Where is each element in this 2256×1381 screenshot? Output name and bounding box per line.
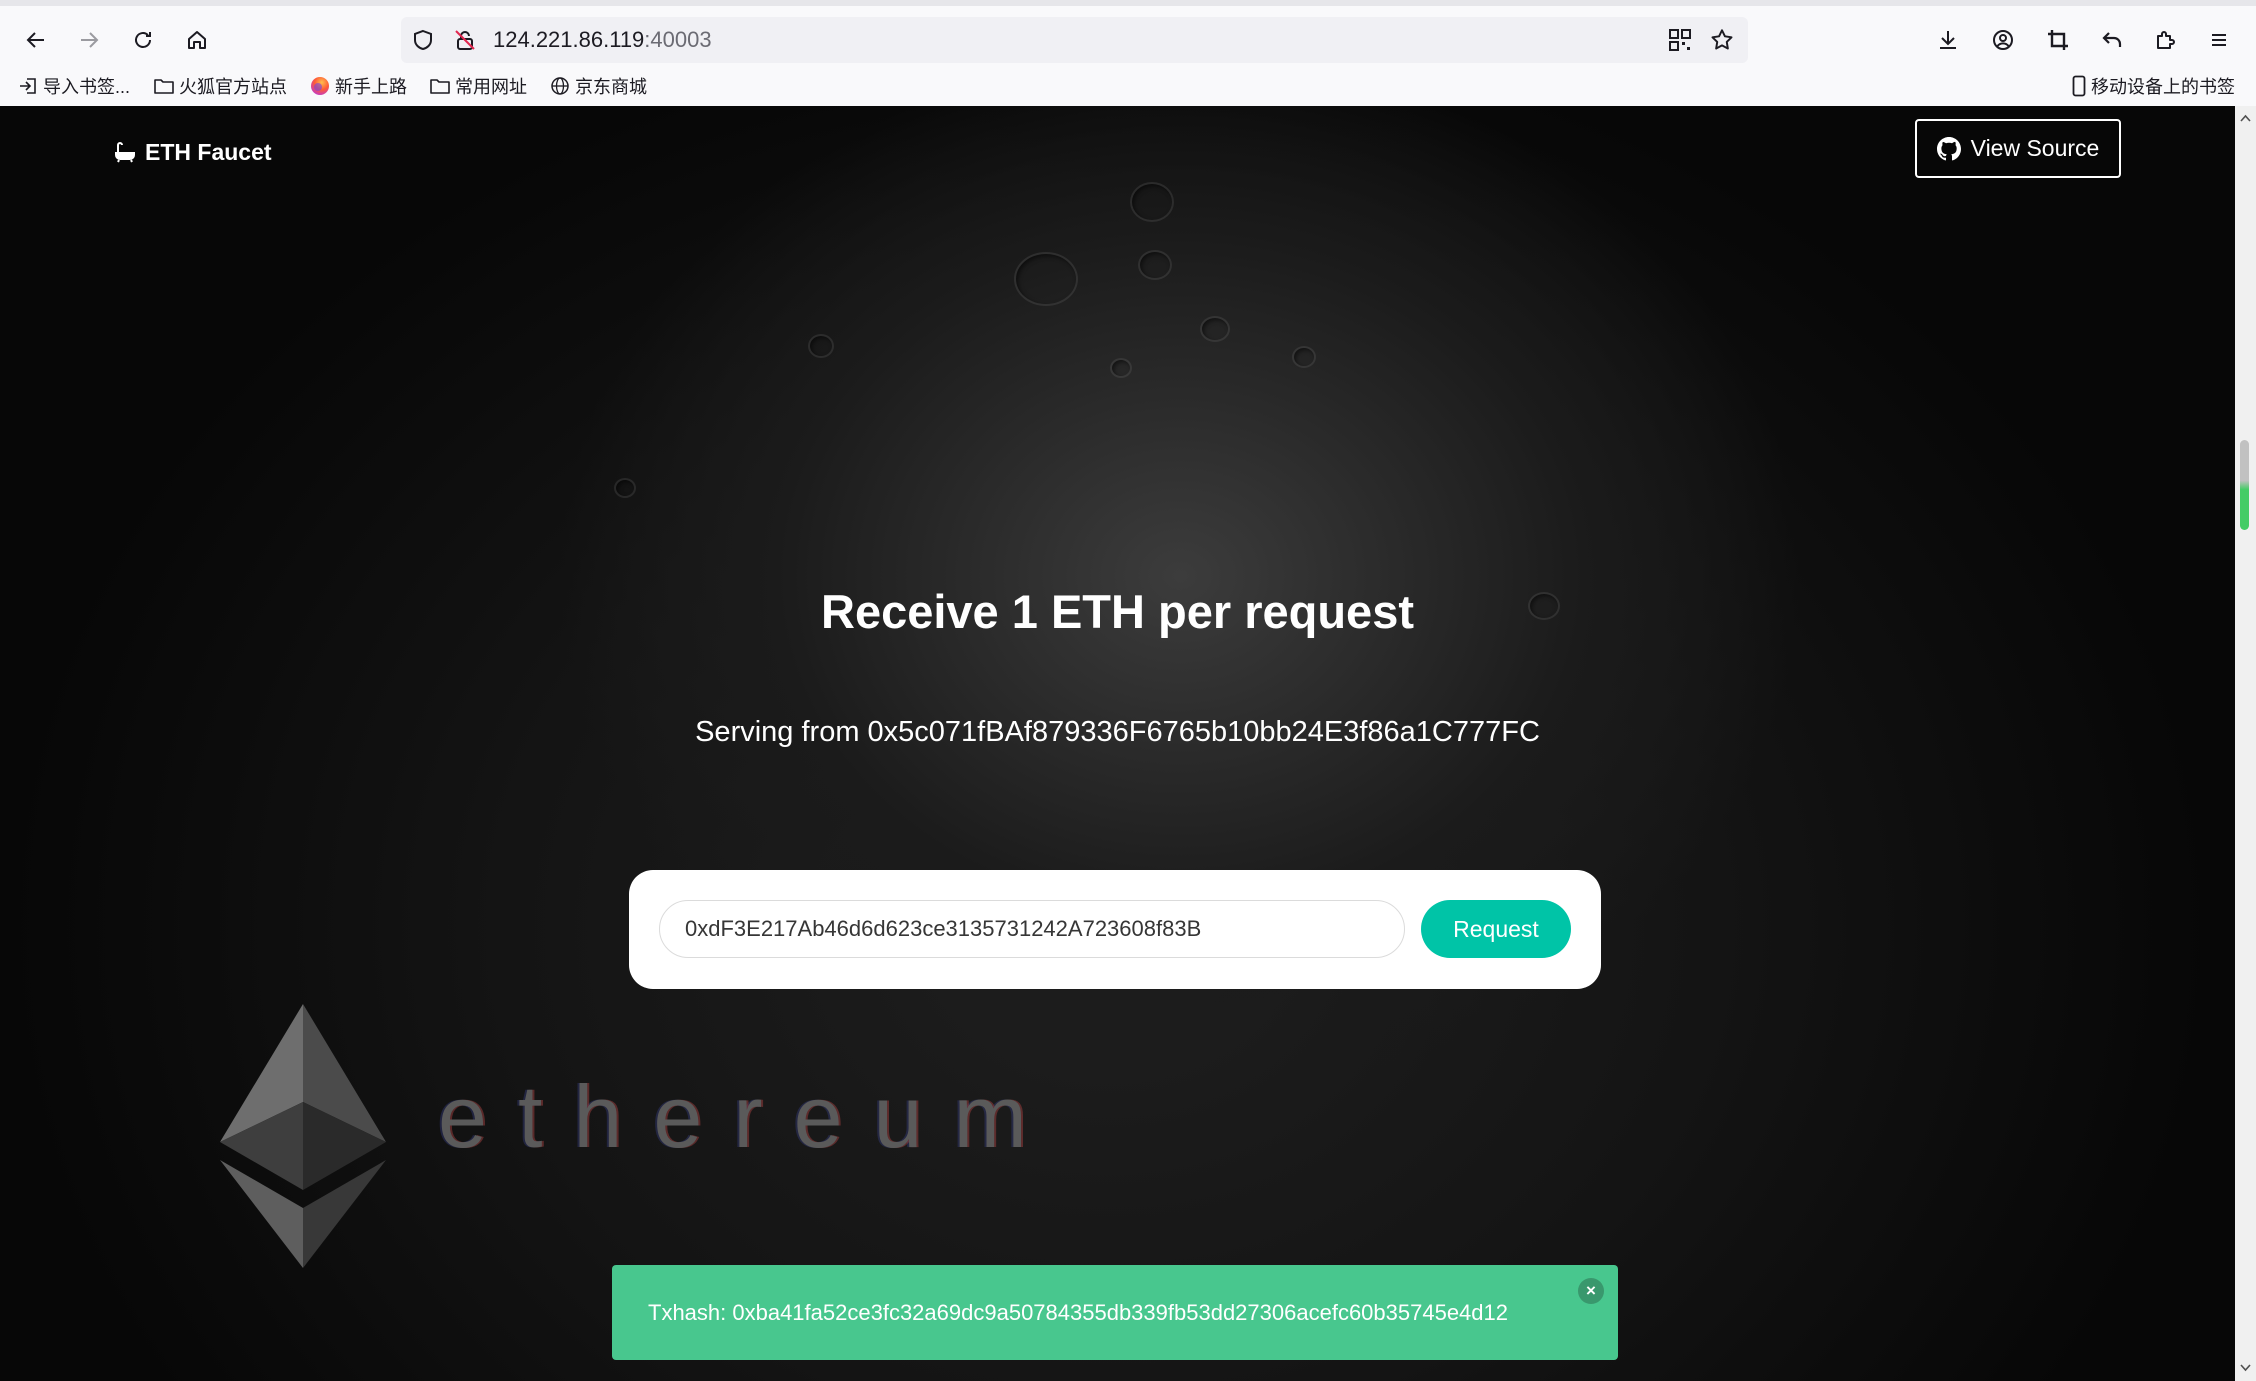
account-button[interactable] bbox=[1983, 20, 2023, 60]
scroll-up-icon[interactable] bbox=[2240, 114, 2251, 122]
close-notification-button[interactable]: × bbox=[1578, 1278, 1604, 1304]
moon-crater bbox=[1130, 182, 1174, 222]
hamburger-menu-icon bbox=[2212, 34, 2226, 46]
faucet-page: ETH Faucet View Source Receive 1 ETH per… bbox=[0, 106, 2235, 1381]
bookmark-label: 火狐官方站点 bbox=[179, 77, 287, 97]
star-bookmark-icon[interactable] bbox=[1709, 27, 1735, 53]
qr-code-icon[interactable] bbox=[1669, 29, 1691, 51]
folder-icon bbox=[430, 79, 450, 94]
brand-name: ETH Faucet bbox=[145, 138, 272, 165]
view-source-button[interactable]: View Source bbox=[1915, 119, 2121, 178]
bookmark-import[interactable]: 导入书签... bbox=[18, 72, 130, 100]
txhash-text: Txhash: 0xba41fa52ce3fc32a69dc9a50784355… bbox=[648, 1300, 1508, 1325]
bookmark-mobile[interactable]: 移动设备上的书签 bbox=[2072, 72, 2235, 100]
bookmark-common-sites[interactable]: 常用网址 bbox=[430, 72, 527, 100]
home-icon bbox=[188, 31, 206, 49]
serving-address: Serving from 0x5c071fBAf879336F6765b10bb… bbox=[695, 716, 1540, 748]
insecure-lock-icon[interactable] bbox=[453, 28, 477, 52]
scroll-down-icon[interactable] bbox=[2240, 1364, 2251, 1372]
request-form: Request bbox=[629, 870, 1601, 989]
address-input[interactable] bbox=[659, 900, 1405, 958]
back-button[interactable] bbox=[16, 20, 56, 60]
bathtub-icon bbox=[115, 142, 135, 163]
moon-crater bbox=[1292, 346, 1316, 368]
download-icon bbox=[1940, 31, 1956, 49]
screenshot-button[interactable] bbox=[2038, 20, 2078, 60]
reload-icon bbox=[135, 32, 151, 48]
bookmark-label: 新手上路 bbox=[335, 77, 407, 97]
page-title: Receive 1 ETH per request bbox=[821, 585, 1414, 638]
url-host: 124.221.86.119 bbox=[493, 27, 645, 52]
folder-icon bbox=[154, 79, 174, 94]
scrollbar[interactable] bbox=[2235, 106, 2256, 1381]
bookmark-label: 导入书签... bbox=[43, 77, 131, 97]
txhash-notification: Txhash: 0xba41fa52ce3fc32a69dc9a50784355… bbox=[612, 1265, 1618, 1360]
moon-crater bbox=[1014, 252, 1078, 306]
mobile-device-icon bbox=[2072, 75, 2086, 97]
brand-link[interactable]: ETH Faucet bbox=[113, 136, 272, 168]
url-bar[interactable]: 124.221.86.119:40003 bbox=[401, 17, 1748, 63]
bookmark-jd[interactable]: 京东商城 bbox=[550, 72, 647, 100]
github-icon bbox=[1936, 136, 1961, 160]
reload-button[interactable] bbox=[123, 20, 163, 60]
bookmark-label: 移动设备上的书签 bbox=[2091, 77, 2235, 97]
moon-crater bbox=[808, 334, 834, 358]
forward-arrow-icon bbox=[81, 32, 99, 48]
moon-crater bbox=[1200, 316, 1230, 342]
view-source-label: View Source bbox=[1970, 135, 2100, 161]
url-port: :40003 bbox=[644, 27, 712, 52]
moon-crater bbox=[1138, 250, 1172, 280]
ethereum-logo-icon bbox=[220, 1004, 386, 1268]
back-arrow-icon bbox=[26, 32, 44, 48]
import-icon bbox=[20, 78, 36, 94]
undo-icon bbox=[2102, 32, 2122, 47]
forward-button[interactable] bbox=[69, 20, 109, 60]
bookmarks-bar: 导入书签... 火狐官方站点 新手上路 常用网址 京东商城 移动设备上的书签 bbox=[0, 66, 2256, 106]
url-text[interactable]: 124.221.86.119:40003 bbox=[493, 17, 712, 63]
bookmark-label: 常用网址 bbox=[455, 77, 527, 97]
account-icon bbox=[1993, 30, 2013, 50]
moon-crater bbox=[614, 478, 636, 498]
extensions-button[interactable] bbox=[2146, 20, 2186, 60]
scroll-thumb[interactable] bbox=[2240, 440, 2249, 530]
home-button[interactable] bbox=[177, 20, 217, 60]
browser-toolbar: 124.221.86.119:40003 bbox=[0, 0, 2256, 66]
moon-crater bbox=[1110, 358, 1132, 378]
bookmark-label: 京东商城 bbox=[575, 77, 647, 97]
undo-button[interactable] bbox=[2092, 20, 2132, 60]
firefox-icon bbox=[311, 77, 329, 95]
crop-icon bbox=[2048, 30, 2068, 50]
bookmark-firefox-site[interactable]: 火狐官方站点 bbox=[154, 72, 287, 100]
menu-button[interactable] bbox=[2199, 20, 2239, 60]
globe-icon bbox=[551, 77, 569, 95]
bookmark-getting-started[interactable]: 新手上路 bbox=[310, 72, 407, 100]
ethereum-wordmark: ethereum bbox=[438, 1067, 1058, 1166]
shield-icon[interactable] bbox=[411, 28, 435, 52]
downloads-button[interactable] bbox=[1928, 20, 1968, 60]
request-button[interactable]: Request bbox=[1421, 900, 1571, 958]
puzzle-icon bbox=[2157, 31, 2175, 49]
